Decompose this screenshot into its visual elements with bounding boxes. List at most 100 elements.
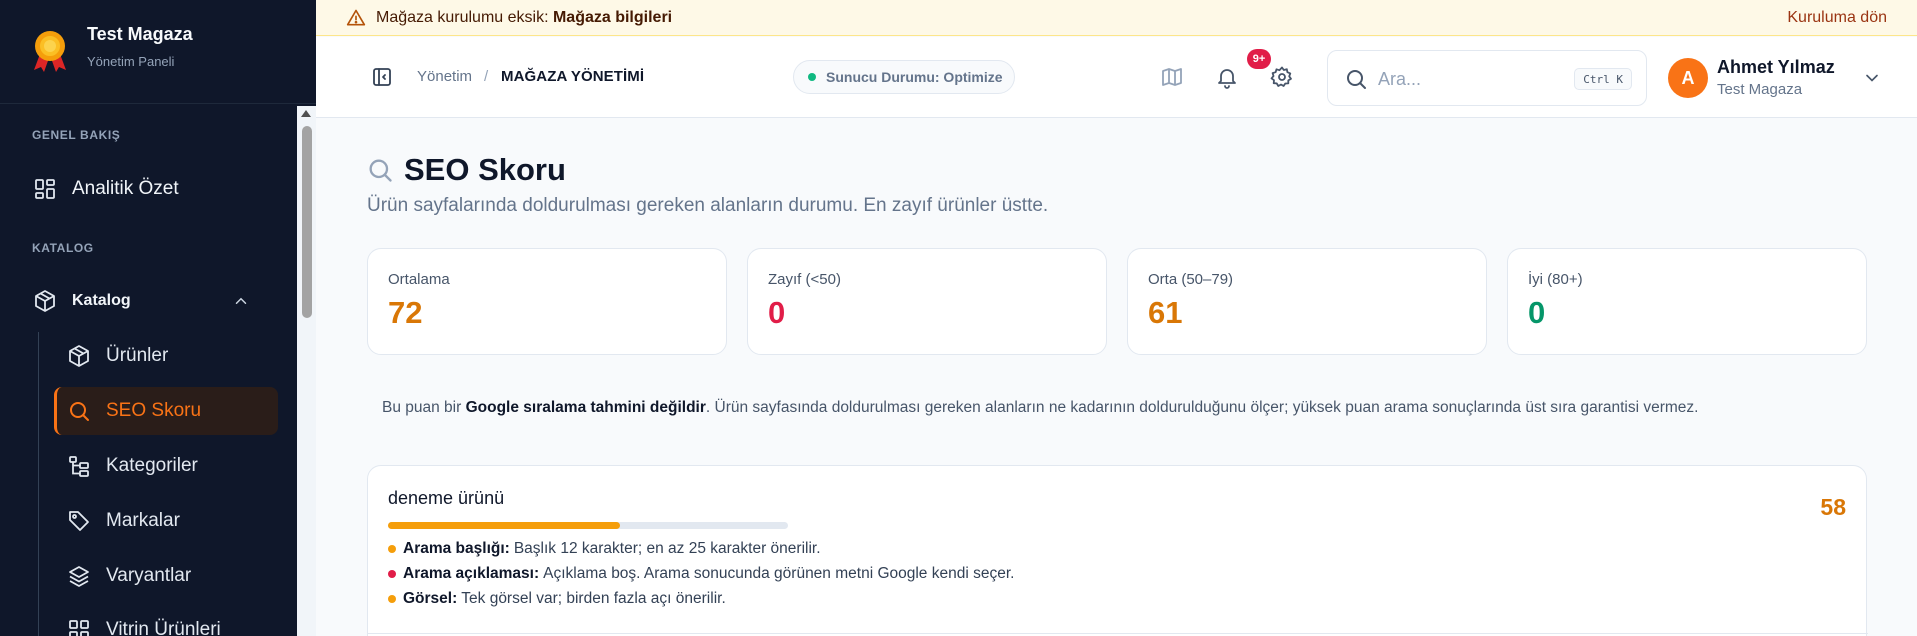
sidebar-item-seo-score[interactable]: SEO Skoru	[54, 387, 278, 435]
sidebar-item-featured-products[interactable]: Vitrin Ürünleri	[54, 606, 278, 636]
product-score-card[interactable]: deneme ürünü 58 Arama başlığı: Başlık 12…	[367, 465, 1868, 636]
tag-icon	[66, 508, 92, 534]
sidebar-item-label: Analitik Özet	[72, 178, 179, 199]
submenu-rail	[38, 332, 39, 636]
box-icon	[32, 288, 58, 314]
grid-icon	[66, 617, 92, 636]
banner-prefix: Mağaza kurulumu eksik:	[376, 8, 553, 26]
notification-count-badge: 9+	[1247, 49, 1271, 69]
box-icon	[66, 343, 92, 369]
scroll-up-arrow-icon[interactable]	[301, 110, 311, 117]
main-content: SEO Skoru Ürün sayfalarında doldurulması…	[316, 118, 1917, 636]
page-title-row: SEO Skoru	[366, 152, 566, 188]
banner-emphasis[interactable]: Mağaza bilgileri	[553, 9, 672, 26]
stat-value: 72	[388, 295, 423, 330]
section-label-overview: GENEL BAKIŞ	[32, 128, 121, 142]
product-name[interactable]: deneme ürünü	[388, 488, 504, 509]
search-icon	[1347, 70, 1366, 89]
stat-card-average: Ortalama 72	[367, 248, 727, 355]
top-header: Yönetim / MAĞAZA YÖNETİMİ Sunucu Durumu:…	[316, 37, 1917, 118]
sidebar-scrollbar-thumb[interactable]	[302, 126, 312, 318]
search-icon	[369, 159, 392, 182]
stat-label: Orta (50–79)	[1148, 271, 1234, 288]
section-label-catalog: KATALOG	[32, 241, 94, 255]
return-to-setup-link[interactable]: Kuruluma dön	[1787, 9, 1887, 27]
bell-icon[interactable]	[1215, 65, 1239, 89]
sidebar-item-label: SEO Skoru	[106, 400, 202, 421]
category-tree-icon	[66, 453, 92, 479]
page-subtitle: Ürün sayfalarında doldurulması gereken a…	[367, 195, 1049, 216]
chevron-up-icon	[235, 297, 247, 304]
issue-label: Arama açıklaması:	[403, 565, 540, 582]
dashboard-icon	[32, 176, 58, 202]
breadcrumb-separator: /	[484, 68, 489, 85]
gear-icon[interactable]	[1270, 65, 1294, 89]
stat-label: Zayıf (<50)	[768, 271, 841, 288]
sidebar-item-label: Markalar	[106, 510, 180, 531]
stat-card-medium: Orta (50–79) 61	[1127, 248, 1487, 355]
sidebar-item-label: Ürünler	[106, 345, 169, 366]
search-shortcut-hint: Ctrl K	[1574, 68, 1632, 90]
sidebar-item-label: Kategoriler	[106, 455, 198, 476]
sidebar: Test Magaza Yönetim Paneli GENEL BAKIŞ A…	[0, 0, 316, 636]
sidebar-item-label: Varyantlar	[106, 565, 192, 586]
status-dot	[808, 73, 816, 81]
note-emphasis: Google sıralama tahmini değildir	[465, 399, 706, 416]
stat-value: 61	[1148, 295, 1183, 330]
sidebar-group-label: Katalog	[72, 292, 131, 309]
sidebar-item-brands[interactable]: Markalar	[54, 497, 278, 545]
note-prefix: Bu puan bir	[382, 399, 466, 416]
sidebar-item-variants[interactable]: Varyantlar	[54, 552, 278, 600]
issue-text: Açıklama boş. Arama sonucunda görünen me…	[543, 565, 1015, 582]
search-icon	[66, 398, 92, 424]
severity-dot	[388, 570, 396, 578]
card-divider	[368, 633, 1868, 634]
sidebar-item-analytics[interactable]: Analitik Özet	[30, 166, 280, 212]
sidebar-group-catalog[interactable]: Katalog	[30, 278, 280, 324]
issue-item: Arama başlığı: Başlık 12 karakter; en az…	[388, 540, 821, 558]
issue-item: Arama açıklaması: Açıklama boş. Arama so…	[388, 565, 1014, 583]
issue-text: Tek görsel var; birden fazla açı önerili…	[461, 590, 726, 607]
search-input[interactable]	[1378, 65, 1558, 93]
user-store-name: Test Magaza	[1717, 81, 1803, 98]
map-icon[interactable]	[1160, 65, 1184, 89]
sidebar-item-categories[interactable]: Kategoriler	[54, 442, 278, 490]
product-score: 58	[1820, 494, 1846, 520]
search-box[interactable]: Ctrl K	[1327, 50, 1647, 106]
note-suffix: . Ürün sayfasında doldurulması gereken a…	[705, 399, 1699, 416]
page-title: SEO Skoru	[404, 152, 566, 187]
stat-card-good: İyi (80+) 0	[1507, 248, 1867, 355]
score-progress-bar	[388, 522, 788, 529]
avatar[interactable]: A	[1668, 58, 1708, 98]
brand-title: Test Magaza	[87, 24, 193, 44]
severity-dot	[388, 545, 396, 553]
stat-card-weak: Zayıf (<50) 0	[747, 248, 1107, 355]
layers-icon	[66, 563, 92, 589]
setup-warning-banner: Mağaza kurulumu eksik: Mağaza bilgileri …	[316, 0, 1917, 36]
stat-label: Ortalama	[388, 271, 450, 288]
warning-icon	[346, 9, 366, 25]
sidebar-item-label: Vitrin Ürünleri	[106, 619, 221, 636]
issue-label: Arama başlığı:	[403, 540, 510, 557]
issue-item: Görsel: Tek görsel var; birden fazla açı…	[388, 590, 726, 608]
stat-value: 0	[1528, 295, 1546, 330]
user-name[interactable]: Ahmet Yılmaz	[1717, 57, 1835, 78]
server-status-badge: Sunucu Durumu: Optimize	[793, 60, 1015, 94]
sidebar-toggle-icon[interactable]	[370, 65, 394, 89]
award-ribbon-logo	[34, 31, 66, 72]
chevron-down-icon[interactable]	[1862, 68, 1882, 88]
brand-subtitle: Yönetim Paneli	[87, 54, 175, 69]
severity-dot	[388, 595, 396, 603]
banner-text: Mağaza kurulumu eksik: Mağaza bilgileri	[376, 9, 672, 27]
stat-value: 0	[768, 295, 786, 330]
sidebar-item-products[interactable]: Ürünler	[54, 332, 278, 380]
breadcrumb-current: MAĞAZA YÖNETİMİ	[501, 68, 645, 85]
breadcrumb-parent[interactable]: Yönetim	[417, 68, 472, 85]
stat-label: İyi (80+)	[1528, 271, 1583, 288]
score-progress-fill	[388, 522, 620, 529]
score-disclaimer: Bu puan bir Google sıralama tahmini deği…	[382, 399, 1698, 417]
server-status-text: Sunucu Durumu: Optimize	[826, 69, 1003, 85]
issue-text: Başlık 12 karakter; en az 25 karakter ön…	[513, 540, 821, 557]
issue-label: Görsel:	[403, 590, 458, 607]
brand-header[interactable]: Test Magaza Yönetim Paneli	[0, 0, 316, 104]
